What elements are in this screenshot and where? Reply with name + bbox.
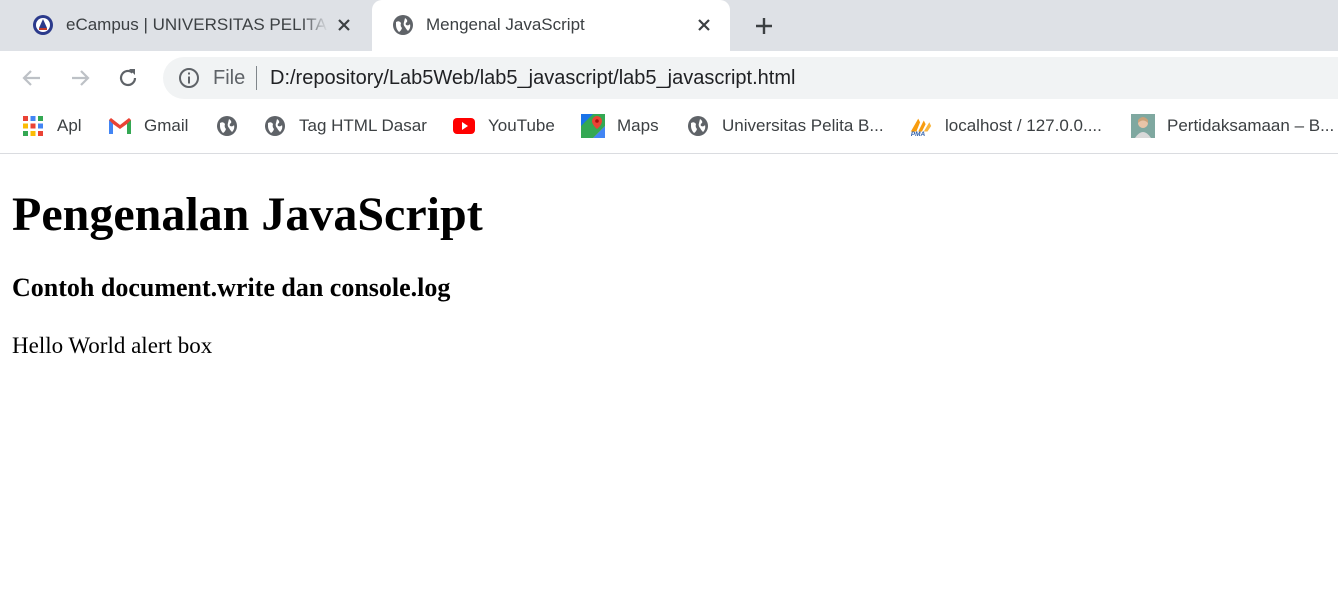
tab-title: Mengenal JavaScript: [426, 15, 585, 34]
close-icon[interactable]: [692, 13, 716, 37]
page-subheading: Contoh document.write dan console.log: [12, 273, 451, 302]
reload-icon: [119, 69, 137, 87]
plus-icon: [756, 18, 772, 34]
browser-toolbar: File D:/repository/Lab5Web/lab5_javascri…: [0, 51, 1338, 104]
bookmark-gmail[interactable]: Gmail: [108, 114, 188, 138]
bookmarks-bar: Apl Gmail Tag HTML Dasar YouTube Maps Un…: [0, 104, 1338, 154]
bookmark-globe[interactable]: [215, 114, 251, 138]
url-scheme-label: File: [213, 67, 246, 89]
bookmark-label: localhost / 127.0.0....: [945, 116, 1102, 135]
bookmark-universitas-pelita[interactable]: Universitas Pelita B...: [686, 114, 884, 138]
page-heading: Pengenalan JavaScript: [12, 188, 483, 241]
bookmark-label: Universitas Pelita B...: [722, 116, 884, 135]
info-icon[interactable]: [178, 67, 200, 89]
address-bar[interactable]: File D:/repository/Lab5Web/lab5_javascri…: [163, 57, 1338, 99]
tab-mengenal-javascript[interactable]: Mengenal JavaScript: [372, 0, 730, 51]
globe-icon: [215, 114, 239, 138]
bookmark-pertidaksamaan[interactable]: Pertidaksamaan – B...: [1131, 114, 1334, 138]
bookmark-label: Gmail: [144, 116, 189, 135]
globe-icon: [686, 114, 710, 138]
bookmark-maps[interactable]: Maps: [581, 114, 659, 138]
tab-strip: eCampus | UNIVERSITAS PELITA BANGSA Meng…: [0, 0, 1338, 51]
tab-title: eCampus | UNIVERSITAS PELITA BANGSA: [66, 15, 328, 34]
bookmark-label: YouTube: [488, 116, 555, 135]
close-icon[interactable]: [332, 13, 356, 37]
bookmark-apps[interactable]: Apl: [21, 114, 82, 138]
bookmark-label: Pertidaksamaan – B...: [1167, 116, 1335, 135]
bookmark-label: Maps: [617, 116, 659, 135]
body-text: Hello World alert box: [12, 333, 213, 358]
back-button[interactable]: [18, 64, 46, 92]
bookmark-label: Apl: [57, 116, 82, 135]
forward-button[interactable]: [66, 64, 94, 92]
tab-ecampus[interactable]: eCampus | UNIVERSITAS PELITA BANGSA: [12, 0, 370, 51]
new-tab-button[interactable]: [750, 12, 778, 40]
apps-grid-icon: [21, 114, 45, 138]
divider: [256, 66, 257, 90]
bookmark-tag-html-dasar[interactable]: Tag HTML Dasar: [263, 114, 427, 138]
gmail-icon: [108, 114, 132, 138]
bookmark-localhost[interactable]: PMA localhost / 127.0.0....: [909, 114, 1102, 138]
bookmark-youtube[interactable]: YouTube: [452, 114, 555, 138]
bookmark-label: Tag HTML Dasar: [299, 116, 427, 135]
reload-button[interactable]: [114, 64, 142, 92]
url-text[interactable]: D:/repository/Lab5Web/lab5_javascript/la…: [270, 67, 795, 89]
portrait-icon: [1131, 114, 1155, 138]
youtube-icon: [452, 114, 476, 138]
university-seal-icon: [32, 14, 54, 36]
arrow-right-icon: [72, 70, 90, 86]
globe-icon: [392, 14, 414, 36]
phpmyadmin-icon: PMA: [909, 114, 933, 138]
arrow-left-icon: [22, 70, 40, 86]
globe-icon: [263, 114, 287, 138]
svg-text:PMA: PMA: [911, 131, 926, 138]
maps-icon: [581, 114, 605, 138]
